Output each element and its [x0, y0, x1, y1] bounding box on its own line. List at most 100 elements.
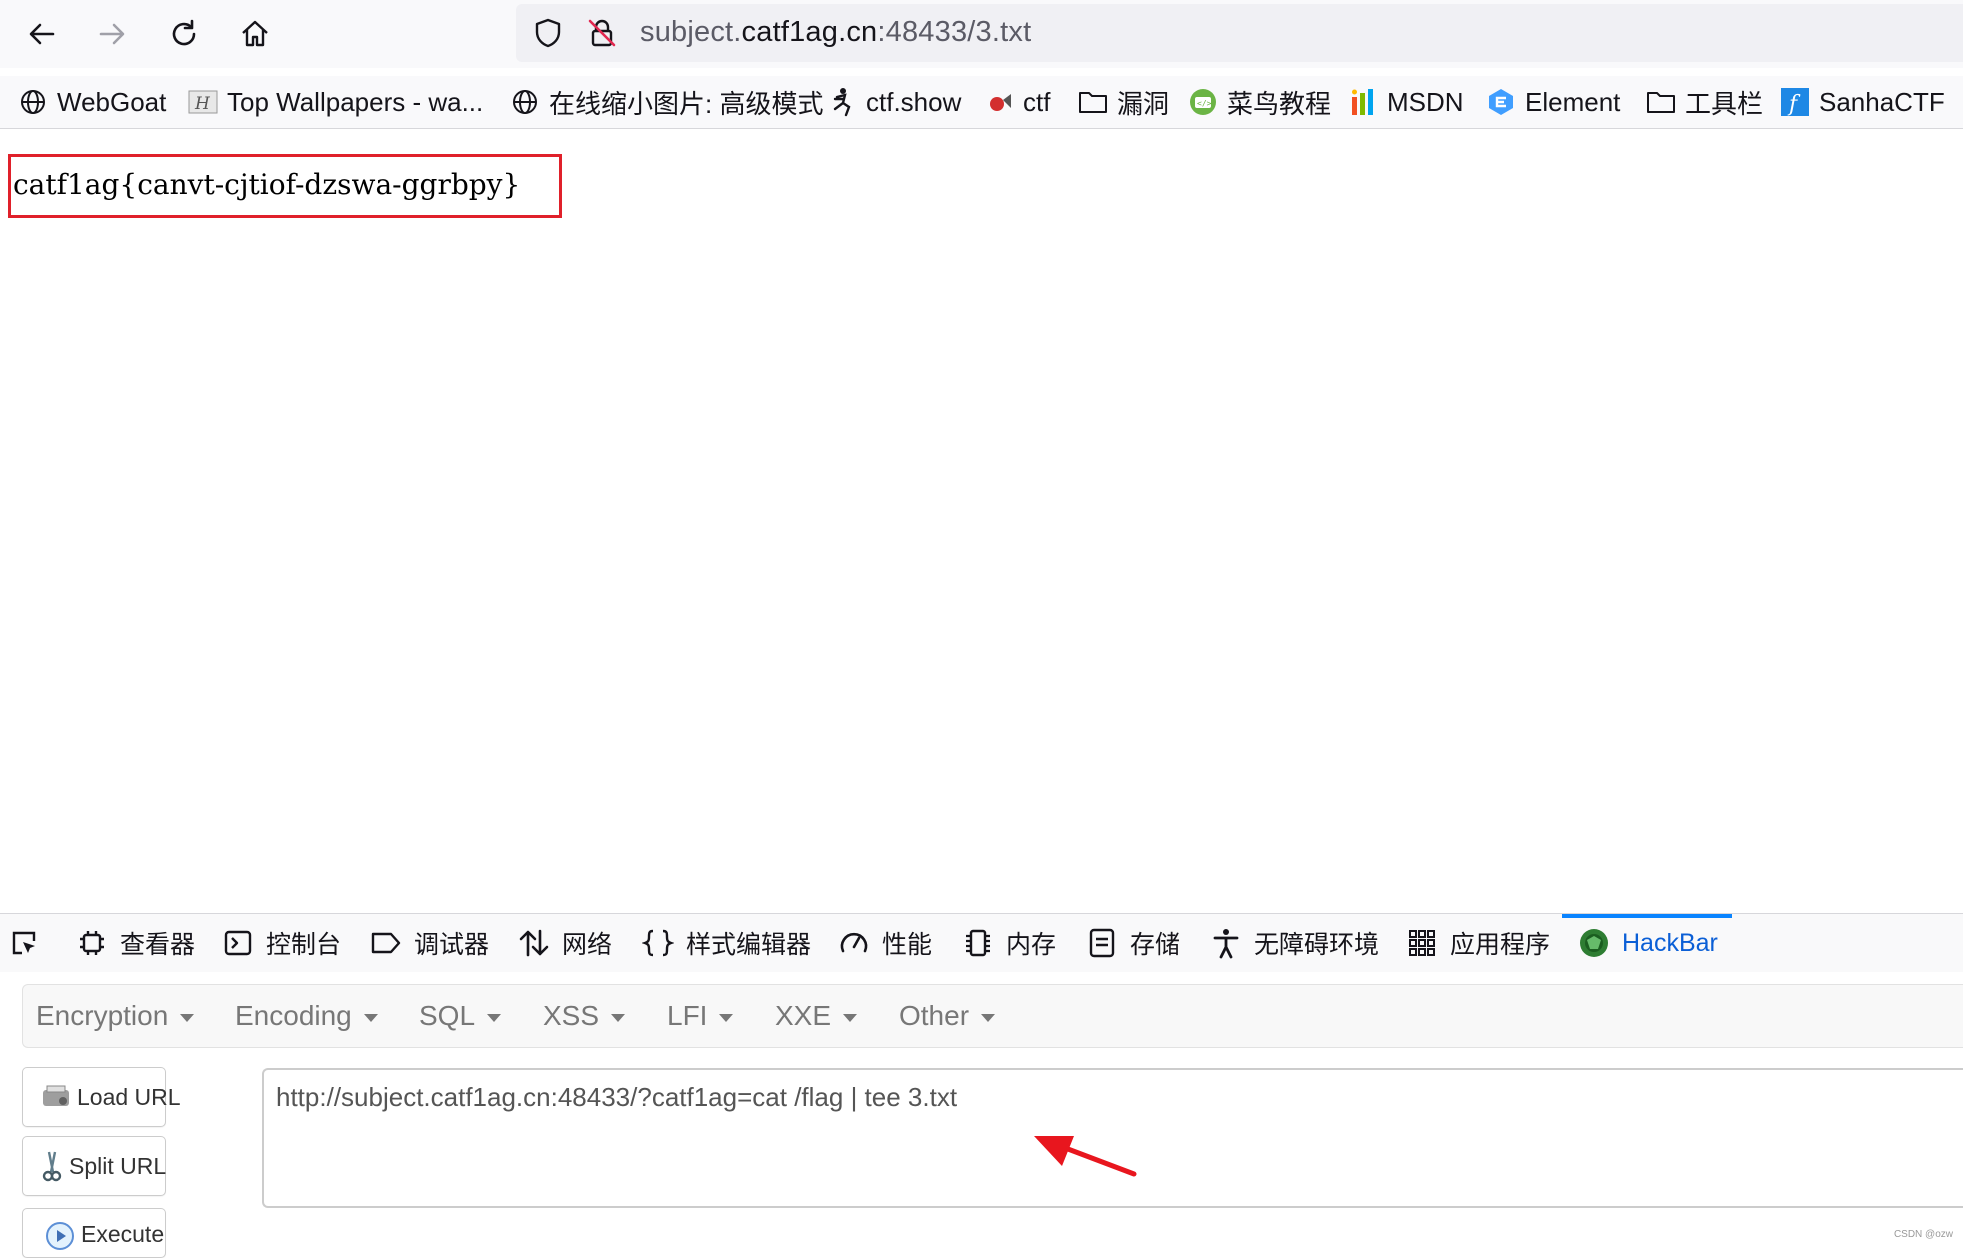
- tab-inspector[interactable]: 查看器: [76, 914, 195, 972]
- hackbar-menu: Encryption Encoding SQL XSS LFI XXE Othe…: [22, 984, 1963, 1048]
- menu-other[interactable]: Other: [899, 985, 996, 1047]
- tab-label: 查看器: [120, 931, 196, 959]
- url-suffix: :48433/3.txt: [877, 16, 1032, 48]
- tab-storage[interactable]: 存储: [1086, 914, 1180, 972]
- chevron-down-icon: [363, 1013, 378, 1022]
- bookmark-element[interactable]: Element: [1486, 84, 1620, 120]
- address-bar[interactable]: subject.catf1ag.cn:48433/3.txt: [516, 4, 1963, 62]
- execute-button[interactable]: Execute: [22, 1208, 166, 1258]
- bookmark-label: Element: [1525, 86, 1621, 117]
- bookmark-runoob[interactable]: </> 菜鸟教程: [1188, 84, 1331, 120]
- tab-performance[interactable]: 性能: [838, 914, 932, 972]
- scissors-icon: [41, 1151, 63, 1182]
- bookmark-label: 漏洞: [1117, 88, 1170, 119]
- bookmark-label: 菜鸟教程: [1227, 88, 1332, 119]
- chevron-down-icon: [981, 1013, 996, 1022]
- devtools-tab-bar: 查看器 控制台 调试器 网络 样式编辑器 性能 内存 存储 无障碍环境 应用程序…: [0, 913, 1963, 973]
- menu-label: XSS: [543, 1000, 600, 1031]
- forward-button[interactable]: [90, 12, 134, 56]
- tab-style-editor[interactable]: 样式编辑器: [642, 914, 811, 972]
- element-picker-button[interactable]: [8, 914, 52, 972]
- hackbar-panel: Encryption Encoding SQL XSS LFI XXE Othe…: [0, 972, 1963, 1258]
- msdn-icon: [1348, 87, 1378, 117]
- element-picker-icon: [8, 927, 40, 959]
- shield-icon[interactable]: [532, 17, 564, 49]
- split-url-button[interactable]: Split URL: [22, 1136, 166, 1196]
- menu-sql[interactable]: SQL: [419, 985, 502, 1047]
- bookmark-msdn[interactable]: MSDN: [1348, 84, 1464, 120]
- reload-button[interactable]: [162, 12, 206, 56]
- bookmark-sanhactf[interactable]: f SanhaCTF: [1780, 84, 1945, 120]
- load-url-button[interactable]: Load URL: [22, 1067, 181, 1127]
- bookmark-label: MSDN: [1387, 86, 1464, 117]
- tab-application[interactable]: 应用程序: [1406, 914, 1550, 972]
- accessibility-icon: [1210, 927, 1242, 959]
- annotation-arrow-icon: [1034, 1136, 1137, 1177]
- tab-label: 性能: [882, 931, 933, 959]
- url-domain: catf1ag.cn: [741, 16, 878, 48]
- folder-icon: [1078, 87, 1108, 117]
- bookmark-label: 工具栏: [1685, 88, 1764, 119]
- performance-icon: [838, 927, 870, 959]
- inspector-icon: [76, 927, 108, 959]
- url-prefix: subject.: [640, 16, 742, 48]
- menu-label: Encryption: [36, 1000, 169, 1031]
- sanha-icon: f: [1780, 87, 1810, 117]
- play-icon: [45, 1221, 75, 1251]
- button-label: Load URL: [77, 1083, 181, 1110]
- tab-label: HackBar: [1622, 928, 1718, 957]
- forward-arrow-icon: [99, 23, 125, 45]
- menu-xxe[interactable]: XXE: [775, 985, 858, 1047]
- tab-hackbar[interactable]: HackBar: [1562, 914, 1732, 972]
- svg-text:</>: </>: [1197, 99, 1212, 108]
- tab-label: 网络: [562, 931, 613, 959]
- url-text[interactable]: subject.catf1ag.cn:48433/3.txt: [640, 16, 1031, 49]
- memory-icon: [962, 927, 994, 959]
- tab-network[interactable]: 网络: [518, 914, 612, 972]
- tab-label: 内存: [1006, 931, 1057, 959]
- tab-label: 应用程序: [1450, 931, 1551, 959]
- tab-console[interactable]: 控制台: [222, 914, 341, 972]
- globe-icon: [18, 87, 48, 117]
- tab-label: 存储: [1130, 931, 1181, 959]
- insecure-lock-icon[interactable]: [586, 17, 618, 49]
- button-label: Split URL: [69, 1152, 167, 1179]
- runner-icon: [827, 87, 857, 117]
- bookmarks-toolbar: WebGoat H Top Wallpapers - wa... 在线缩小图片:…: [0, 76, 1963, 129]
- back-button[interactable]: [20, 12, 64, 56]
- menu-label: SQL: [419, 1000, 476, 1031]
- ctf-icon: [984, 87, 1014, 117]
- chevron-down-icon: [611, 1013, 626, 1022]
- chevron-down-icon: [487, 1013, 502, 1022]
- tab-label: 样式编辑器: [686, 931, 812, 959]
- storage-icon: [1086, 927, 1118, 959]
- folder-icon: [1646, 87, 1676, 117]
- browser-toolbar: subject.catf1ag.cn:48433/3.txt: [0, 0, 1963, 68]
- tab-accessibility[interactable]: 无障碍环境: [1210, 914, 1379, 972]
- tab-debugger[interactable]: 调试器: [370, 914, 489, 972]
- wallpaper-icon: H: [188, 87, 218, 117]
- bookmark-webgoat[interactable]: WebGoat: [18, 84, 166, 120]
- bookmark-folder-toolbar[interactable]: 工具栏: [1646, 84, 1763, 120]
- menu-xss[interactable]: XSS: [543, 985, 626, 1047]
- menu-label: XXE: [775, 1000, 832, 1031]
- chevron-down-icon: [843, 1013, 858, 1022]
- menu-encoding[interactable]: Encoding: [235, 985, 378, 1047]
- bookmark-label: ctf.show: [866, 86, 962, 117]
- menu-encryption[interactable]: Encryption: [36, 985, 195, 1047]
- tab-memory[interactable]: 内存: [962, 914, 1056, 972]
- bookmark-label: ctf: [1023, 86, 1051, 117]
- reload-icon: [172, 19, 196, 46]
- home-button[interactable]: [233, 12, 277, 56]
- bookmark-label: 在线缩小图片: 高级模式: [549, 88, 824, 119]
- bookmark-folder-vuln[interactable]: 漏洞: [1078, 84, 1169, 120]
- bookmark-ctfshow[interactable]: ctf.show: [827, 84, 961, 120]
- bookmark-top-wallpapers[interactable]: H Top Wallpapers - wa...: [188, 84, 483, 120]
- bookmark-image-resize[interactable]: 在线缩小图片: 高级模式: [510, 84, 823, 120]
- tab-label: 控制台: [266, 931, 342, 959]
- menu-lfi[interactable]: LFI: [667, 985, 734, 1047]
- bookmark-ctf[interactable]: ctf: [984, 84, 1050, 120]
- flag-text: catf1ag{canvt-cjtiof-dzswa-ggrbpy}: [13, 168, 521, 201]
- hackbar-icon: [1578, 927, 1610, 959]
- flag-highlight-box: catf1ag{canvt-cjtiof-dzswa-ggrbpy}: [8, 154, 562, 218]
